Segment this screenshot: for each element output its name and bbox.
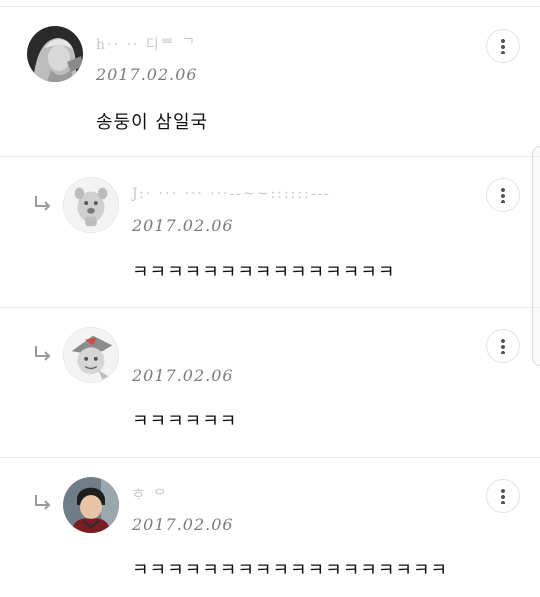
avatar[interactable] xyxy=(63,477,119,533)
comment-text: ㅋㅋㅋㅋㅋㅋ xyxy=(132,411,238,432)
more-vertical-icon xyxy=(501,187,505,203)
reply-arrow-icon xyxy=(35,346,51,361)
more-vertical-icon xyxy=(501,338,505,354)
more-button[interactable] xyxy=(486,479,520,513)
reply-item: J:· ··· ··· ···--~~::::::--- 2017.02.06 … xyxy=(0,157,540,307)
comment-date: 2017.02.06 xyxy=(96,65,198,84)
profile-photo-blonde-icon xyxy=(27,26,83,82)
comment-text: 송둥이 삼일국 xyxy=(96,112,209,133)
more-button[interactable] xyxy=(486,329,520,363)
comment-text: ㅋㅋㅋㅋㅋㅋㅋㅋㅋㅋㅋㅋㅋㅋㅋ xyxy=(132,262,396,283)
profile-photo-boy-icon xyxy=(63,477,119,533)
more-vertical-icon xyxy=(501,38,505,54)
comment-date: 2017.02.06 xyxy=(132,515,234,534)
comment-item: h·· ·· 디ᄈ ᄀ 2017.02.06 송둥이 삼일국 xyxy=(0,0,540,157)
cartoon-character-avatar-icon xyxy=(64,328,118,382)
avatar[interactable] xyxy=(63,327,119,383)
reply-arrow-icon xyxy=(35,196,51,211)
more-button[interactable] xyxy=(486,29,520,63)
avatar[interactable] xyxy=(27,26,83,82)
comment-date: 2017.02.06 xyxy=(132,366,234,385)
reply-item: 2017.02.06 ㅋㅋㅋㅋㅋㅋ xyxy=(0,308,540,458)
avatar[interactable] xyxy=(63,177,119,233)
comment-author[interactable]: h·· ·· 디ᄈ ᄀ xyxy=(96,34,197,54)
reply-arrow-icon xyxy=(35,495,51,510)
more-button[interactable] xyxy=(486,178,520,212)
comment-date: 2017.02.06 xyxy=(132,216,234,235)
reply-item: ᄒᆞ ᄋ 2017.02.06 ㅋㅋㅋㅋㅋㅋㅋㅋㅋㅋㅋㅋㅋㅋㅋㅋㅋㅋ xyxy=(0,458,540,597)
comment-author[interactable]: ᄒᆞ ᄋ xyxy=(132,485,168,505)
comment-author[interactable]: J:· ··· ··· ···--~~::::::--- xyxy=(132,186,331,202)
comment-text: ㅋㅋㅋㅋㅋㅋㅋㅋㅋㅋㅋㅋㅋㅋㅋㅋㅋㅋ xyxy=(132,560,449,581)
more-vertical-icon xyxy=(501,488,505,504)
cartoon-dog-avatar-icon xyxy=(64,178,118,232)
